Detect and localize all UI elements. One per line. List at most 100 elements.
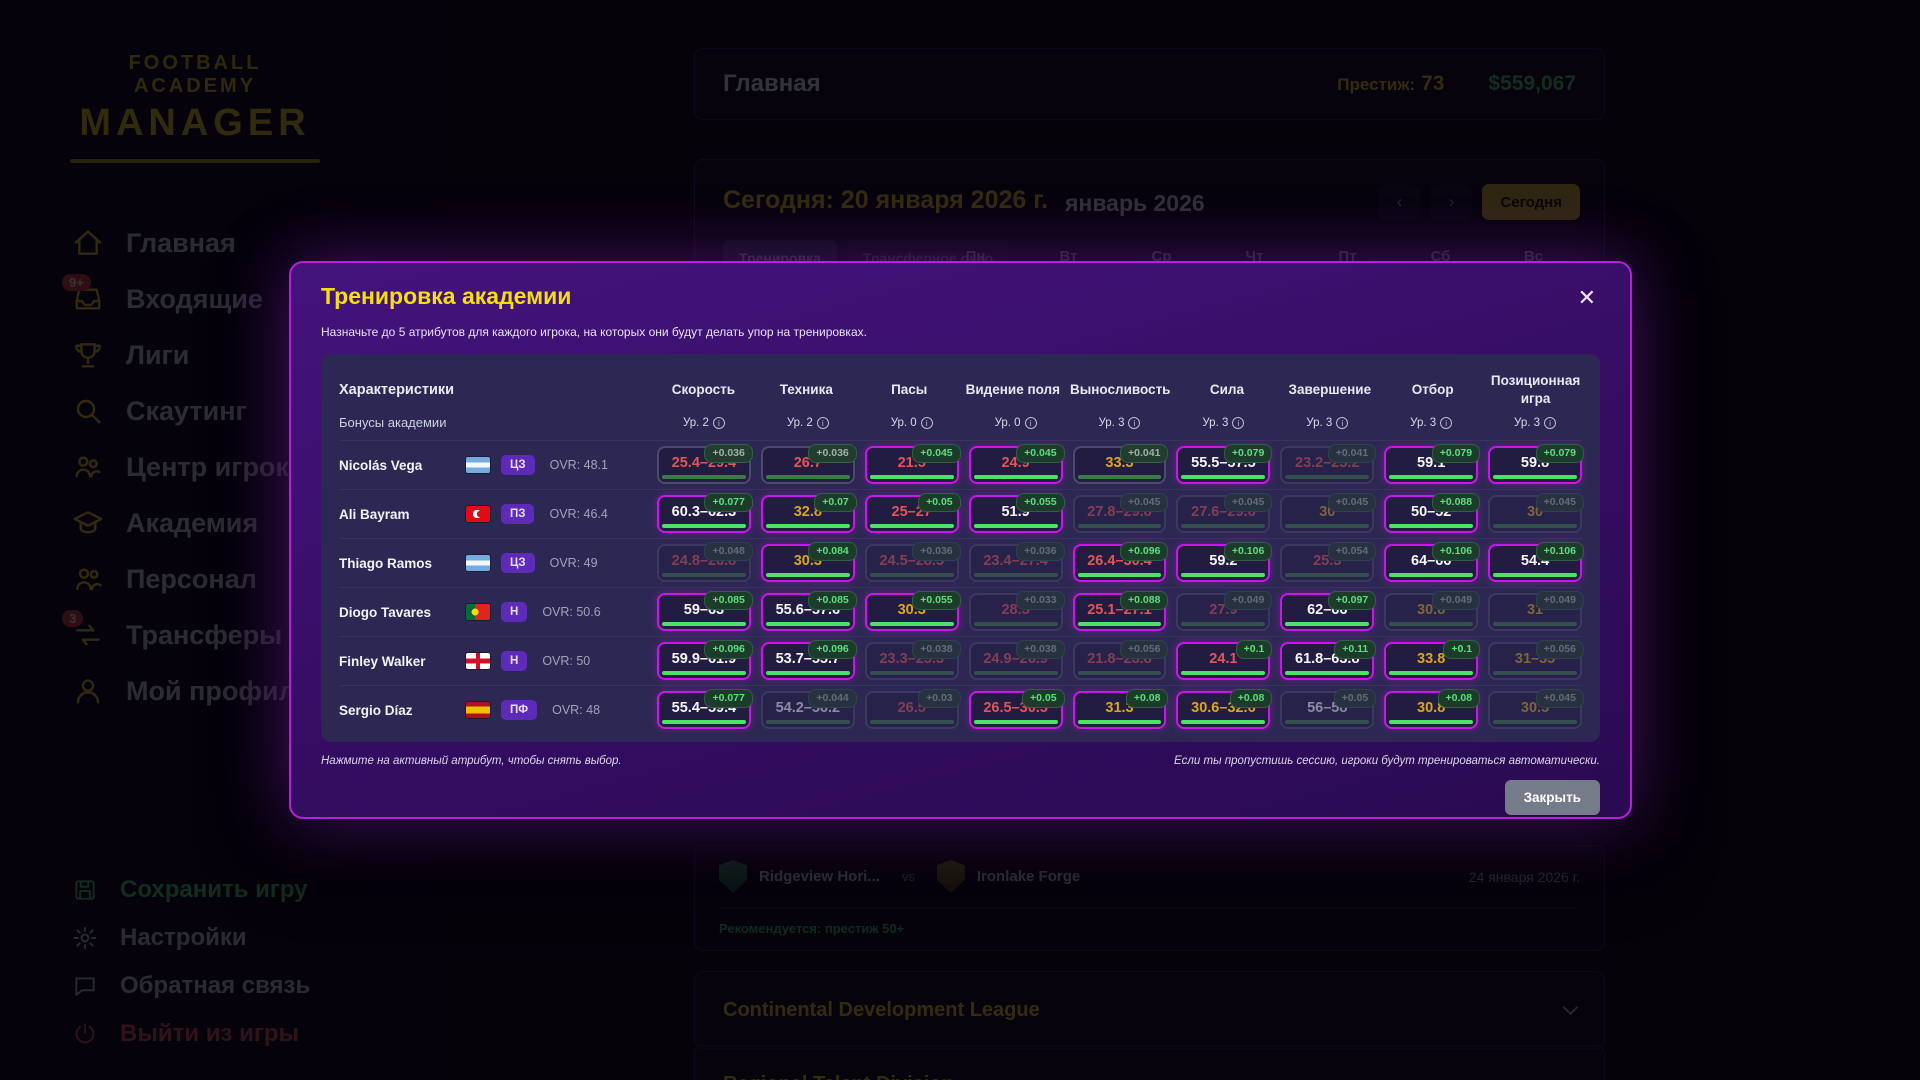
attribute-cell[interactable]: 53.7–55.7+0.096 xyxy=(761,642,855,680)
attribute-cell[interactable]: 50–52+0.088 xyxy=(1384,495,1478,533)
attribute-cell[interactable]: 64–66+0.106 xyxy=(1384,544,1478,582)
attribute-cell[interactable]: 55.6–57.6+0.085 xyxy=(761,593,855,631)
player-row: Diogo TavaresНOVR: 50.659–63+0.08555.6–5… xyxy=(339,587,1582,636)
info-icon[interactable]: i xyxy=(921,417,933,429)
attribute-cell[interactable]: 59.8+0.079 xyxy=(1488,446,1582,484)
flag-argentina-icon xyxy=(466,457,490,473)
attribute-cell[interactable]: 27.6–29.6+0.045 xyxy=(1176,495,1270,533)
info-icon[interactable]: i xyxy=(1544,417,1556,429)
attribute-cell[interactable]: 23.3–25.3+0.038 xyxy=(865,642,959,680)
attribute-cell[interactable]: 54.4+0.106 xyxy=(1488,544,1582,582)
info-icon[interactable]: i xyxy=(1336,417,1348,429)
attribute-cell[interactable]: 25.3+0.054 xyxy=(1280,544,1374,582)
info-icon[interactable]: i xyxy=(1440,417,1452,429)
attribute-cell[interactable]: 54.2–56.2+0.044 xyxy=(761,691,855,729)
bonus-badge: +0.036 xyxy=(912,542,960,561)
player-name: Diogo Tavares xyxy=(339,605,455,620)
attribute-cell[interactable]: 31+0.049 xyxy=(1488,593,1582,631)
attribute-cell[interactable]: 33.3+0.041 xyxy=(1073,446,1167,484)
bonus-badge: +0.097 xyxy=(1328,591,1376,610)
bonus-badge: +0.05 xyxy=(1022,689,1065,708)
attribute-cell[interactable]: 30.8+0.08 xyxy=(1384,691,1478,729)
modal-hints: Нажмите на активный атрибут, чтобы снять… xyxy=(321,755,1600,767)
modal-actions: Закрыть xyxy=(321,780,1600,815)
attribute-cell[interactable]: 30+0.045 xyxy=(1488,495,1582,533)
info-icon[interactable]: i xyxy=(713,417,725,429)
attribute-cell[interactable]: 24.9+0.045 xyxy=(969,446,1063,484)
bonus-badge: +0.096 xyxy=(704,640,752,659)
bonus-badge: +0.036 xyxy=(1016,542,1064,561)
close-icon[interactable]: ✕ xyxy=(1574,283,1600,313)
attribute-cell[interactable]: 62–66+0.097 xyxy=(1280,593,1374,631)
bonus-badge: +0.03 xyxy=(918,689,961,708)
info-icon[interactable]: i xyxy=(1025,417,1037,429)
attribute-cell[interactable]: 31.3+0.08 xyxy=(1073,691,1167,729)
attribute-cell[interactable]: 55.5–57.5+0.079 xyxy=(1176,446,1270,484)
progress-bar xyxy=(1078,671,1162,675)
attribute-cell[interactable]: 32.8+0.07 xyxy=(761,495,855,533)
bonus-badge: +0.088 xyxy=(1432,493,1480,512)
progress-bar xyxy=(870,475,954,479)
hint-left: Нажмите на активный атрибут, чтобы снять… xyxy=(321,755,622,767)
attribute-cell[interactable]: 31–35+0.056 xyxy=(1488,642,1582,680)
characteristics-label: Характеристики xyxy=(339,382,647,398)
attribute-cell[interactable]: 23.4–27.4+0.036 xyxy=(969,544,1063,582)
attribute-cell[interactable]: 56–58+0.05 xyxy=(1280,691,1374,729)
attribute-cell[interactable]: 24.9–26.9+0.038 xyxy=(969,642,1063,680)
attribute-cell[interactable]: 51.9+0.055 xyxy=(969,495,1063,533)
attribute-cell[interactable]: 26.4–30.4+0.096 xyxy=(1073,544,1167,582)
attribute-cell[interactable]: 59.9–61.9+0.096 xyxy=(657,642,751,680)
progress-bar xyxy=(662,671,746,675)
attribute-cell[interactable]: 26.5–30.5+0.05 xyxy=(969,691,1063,729)
attribute-cell[interactable]: 60.3–62.3+0.077 xyxy=(657,495,751,533)
info-icon[interactable]: i xyxy=(1128,417,1140,429)
attribute-cell[interactable]: 30.5+0.045 xyxy=(1488,691,1582,729)
info-icon[interactable]: i xyxy=(1232,417,1244,429)
progress-bar xyxy=(662,720,746,724)
bonus-badge: +0.1 xyxy=(1443,640,1480,659)
info-icon[interactable]: i xyxy=(817,417,829,429)
progress-bar xyxy=(870,573,954,577)
attribute-cell[interactable]: 28.5+0.033 xyxy=(969,593,1063,631)
bonus-badge: +0.079 xyxy=(1432,444,1480,463)
attribute-cell[interactable]: 21.8–23.8+0.056 xyxy=(1073,642,1167,680)
bonus-badge: +0.055 xyxy=(1016,493,1064,512)
attribute-cell[interactable]: 30.3+0.084 xyxy=(761,544,855,582)
attribute-cell[interactable]: 25–27+0.05 xyxy=(865,495,959,533)
training-table: ХарактеристикиСкоростьТехникаПасыВидение… xyxy=(321,354,1600,742)
attribute-cell[interactable]: 26.7+0.036 xyxy=(761,446,855,484)
close-button[interactable]: Закрыть xyxy=(1505,780,1600,815)
level-text: Ур. 0 xyxy=(891,417,917,429)
column-header: Скорость xyxy=(657,381,750,399)
bonus-badge: +0.045 xyxy=(1328,493,1376,512)
progress-bar xyxy=(766,720,850,724)
attribute-cell[interactable]: 26.5+0.03 xyxy=(865,691,959,729)
attribute-cell[interactable]: 30.8+0.049 xyxy=(1384,593,1478,631)
attribute-cell[interactable]: 24.1+0.1 xyxy=(1176,642,1270,680)
attribute-cell[interactable]: 24.5–28.5+0.036 xyxy=(865,544,959,582)
player-name: Ali Bayram xyxy=(339,507,455,522)
attribute-cell[interactable]: 30+0.045 xyxy=(1280,495,1374,533)
attribute-cell[interactable]: 59–63+0.085 xyxy=(657,593,751,631)
attribute-cell[interactable]: 33.8+0.1 xyxy=(1384,642,1478,680)
attribute-cell[interactable]: 21.5+0.045 xyxy=(865,446,959,484)
progress-bar xyxy=(870,671,954,675)
attribute-cell[interactable]: 55.4–59.4+0.077 xyxy=(657,691,751,729)
attribute-cell[interactable]: 23.2–25.2+0.041 xyxy=(1280,446,1374,484)
attribute-cell[interactable]: 30.3+0.055 xyxy=(865,593,959,631)
attribute-cell[interactable]: 27.8–29.8+0.045 xyxy=(1073,495,1167,533)
bonus-badge: +0.044 xyxy=(808,689,856,708)
attribute-cell[interactable]: 24.8–26.8+0.048 xyxy=(657,544,751,582)
player-name: Thiago Ramos xyxy=(339,556,455,571)
attribute-cell[interactable]: 30.6–32.6+0.08 xyxy=(1176,691,1270,729)
attribute-cell[interactable]: 61.8–63.8+0.11 xyxy=(1280,642,1374,680)
progress-bar xyxy=(1493,573,1577,577)
bonus-badge: +0.05 xyxy=(1334,689,1377,708)
position-badge: ПФ xyxy=(501,700,537,720)
attribute-cell[interactable]: 25.1–27.1+0.088 xyxy=(1073,593,1167,631)
attribute-cell[interactable]: 25.4–29.4+0.036 xyxy=(657,446,751,484)
attribute-cell[interactable]: 59.1+0.079 xyxy=(1384,446,1478,484)
attribute-cell[interactable]: 27.9+0.049 xyxy=(1176,593,1270,631)
table-header-row: ХарактеристикиСкоростьТехникаПасыВидение… xyxy=(339,364,1582,409)
attribute-cell[interactable]: 59.2+0.106 xyxy=(1176,544,1270,582)
